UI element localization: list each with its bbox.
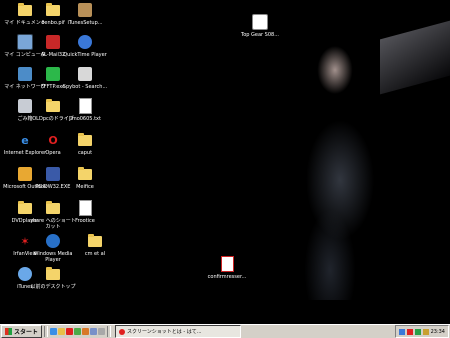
- quick-launch-desktop-icon[interactable]: [90, 328, 98, 335]
- desktop-icon-top-gear[interactable]: Top Gear S08...: [235, 14, 285, 38]
- desktop-icon-jimo[interactable]: jimo0605.txt: [60, 98, 110, 122]
- desktop-icon-confirm[interactable]: confirmresser...: [202, 256, 252, 280]
- desktop-icon-old-desktop[interactable]: 以前のデスクトップ: [28, 266, 78, 290]
- icon-label: cm et al: [84, 251, 106, 257]
- quick-launch-ie-icon[interactable]: [50, 328, 58, 335]
- folder-icon: [45, 200, 61, 216]
- text-file-icon: [77, 98, 93, 114]
- video-file-icon: [252, 14, 268, 30]
- folder-icon: [45, 266, 61, 282]
- icon-label: Spybot - Search...: [62, 84, 108, 90]
- start-button[interactable]: スタート: [1, 325, 43, 338]
- icon-label: iTunesSetup...: [67, 20, 103, 26]
- desktop-icon-spybot[interactable]: Spybot - Search...: [60, 66, 110, 90]
- task-label: スクリーンショットとは - はて...: [127, 329, 202, 335]
- desktop-icon-meifice[interactable]: Meifice: [60, 166, 110, 190]
- icon-label: Meifice: [76, 184, 94, 190]
- taskbar: スタート スクリーンショットとは - はて... 23:34: [0, 324, 450, 338]
- start-label: スタート: [14, 329, 39, 336]
- taskbar-separator: [44, 326, 49, 337]
- tray-volume-icon[interactable]: [422, 328, 429, 335]
- folder-icon: [45, 98, 61, 114]
- quick-launch-app-icon[interactable]: [74, 328, 82, 335]
- desktop: マイ ドキュメント マイ コンピュータ マイ ネットワーク ごみ箱 e Inte…: [0, 0, 450, 324]
- desktop-icon-cm-et-al[interactable]: cm et al: [70, 233, 120, 257]
- desktop-icon-quicktime[interactable]: QuickTime Player: [60, 34, 110, 58]
- icon-label: Frootice: [75, 218, 95, 224]
- icon-label: jimo0605.txt: [69, 116, 101, 122]
- icon-label: QuickTime Player: [63, 52, 107, 58]
- folder-icon: [77, 132, 93, 148]
- windows-logo-icon: [5, 328, 12, 335]
- wallpaper-figure: [300, 40, 410, 300]
- icon-label: caput: [77, 150, 93, 156]
- media-player-icon: [45, 233, 61, 249]
- folder-icon: [87, 233, 103, 249]
- document-icon: [77, 200, 93, 216]
- installer-icon: [77, 2, 93, 18]
- quick-launch-extra-icon[interactable]: [98, 328, 106, 335]
- pdf-file-icon: [219, 256, 235, 272]
- desktop-icon-caput[interactable]: caput: [60, 132, 110, 156]
- opera-icon: O: [48, 133, 58, 147]
- taskbar-separator: [107, 326, 112, 337]
- system-tray: 23:34: [394, 325, 449, 338]
- icon-label: 以前のデスクトップ: [30, 284, 76, 290]
- icon-label: Opera: [45, 150, 61, 156]
- clock[interactable]: 23:34: [431, 329, 445, 335]
- quicktime-icon: [77, 34, 93, 50]
- tray-app-icon[interactable]: [414, 328, 421, 335]
- desktop-icon-itunes-setup[interactable]: iTunesSetup...: [60, 2, 110, 26]
- tray-network-icon[interactable]: [398, 328, 405, 335]
- opera-icon: [119, 328, 126, 335]
- quick-launch: [50, 328, 106, 335]
- tray-antivirus-icon[interactable]: [406, 328, 413, 335]
- taskbar-button-browser[interactable]: スクリーンショットとは - はて...: [115, 325, 242, 338]
- icon-label: confirmresser...: [207, 274, 247, 280]
- quick-launch-opera-icon[interactable]: [66, 328, 74, 335]
- spybot-icon: [77, 66, 93, 82]
- folder-icon: [77, 166, 93, 182]
- quick-launch-folder-icon[interactable]: [58, 328, 66, 335]
- mail-icon: [45, 34, 61, 50]
- desktop-icon-frootice[interactable]: Frootice: [60, 200, 110, 224]
- folder-icon: [45, 2, 61, 18]
- icon-label: Top Gear S08...: [241, 32, 279, 38]
- quick-launch-media-icon[interactable]: [82, 328, 90, 335]
- ffftp-icon: [45, 66, 61, 82]
- app-icon: [45, 166, 61, 182]
